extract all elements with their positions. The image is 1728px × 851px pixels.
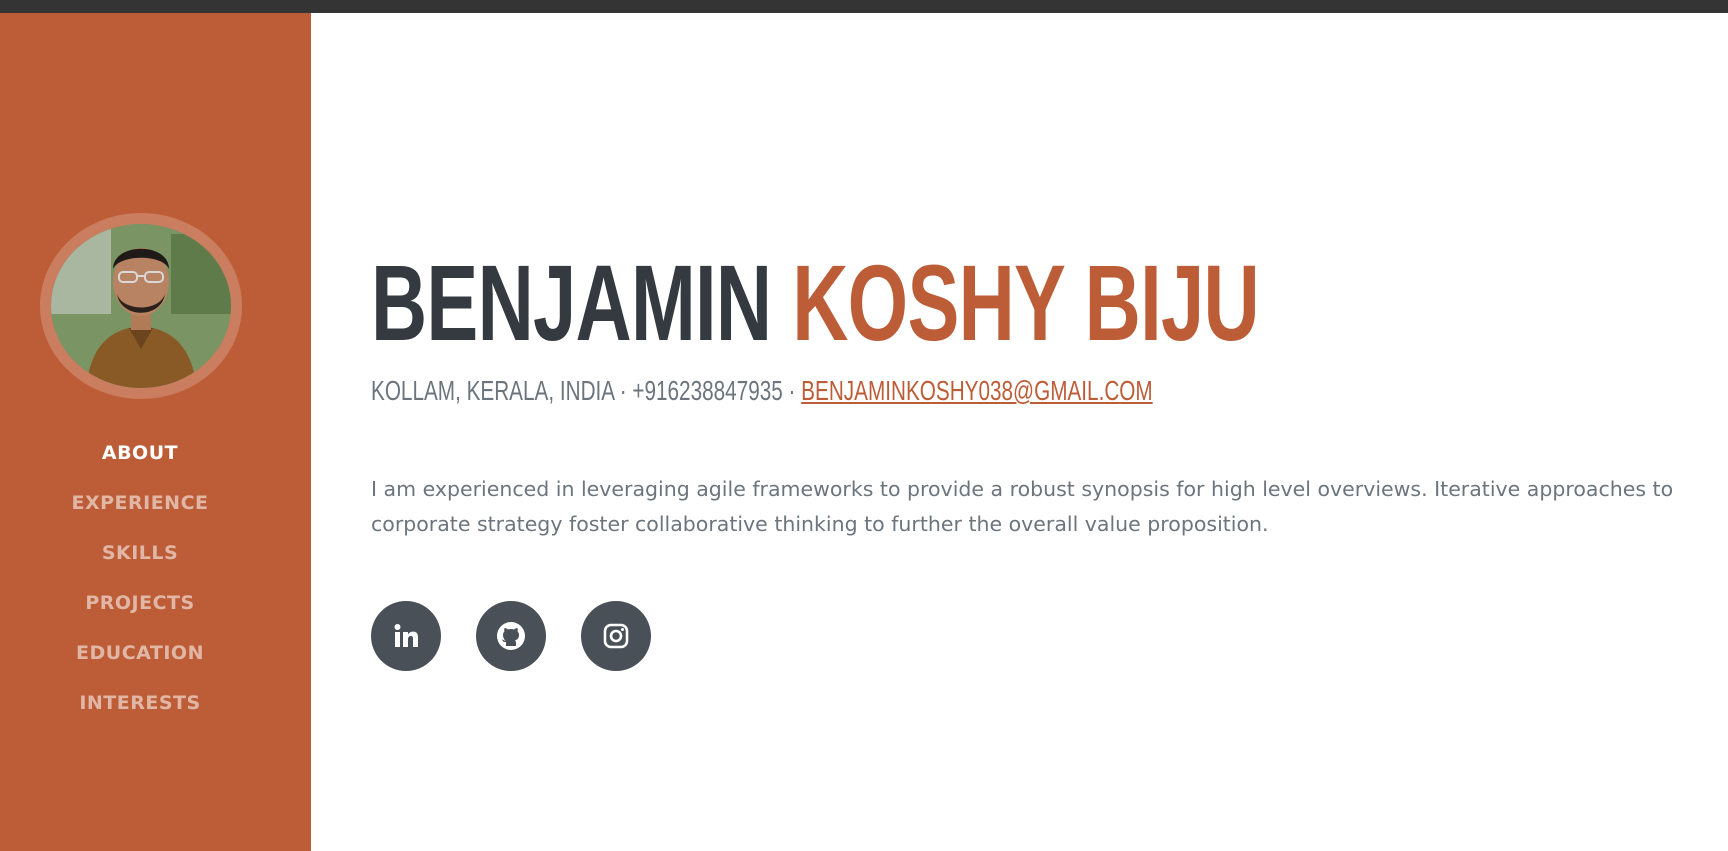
- page-title: BENJAMIN KOSHY BIJU: [371, 248, 1260, 358]
- linkedin-button[interactable]: [371, 601, 441, 671]
- nav-item-education[interactable]: EDUCATION: [0, 628, 280, 678]
- nav-item-about[interactable]: ABOUT: [0, 428, 280, 478]
- instagram-icon: [603, 623, 629, 649]
- email-link[interactable]: BENJAMINKOSHY038@GMAIL.COM: [801, 375, 1152, 406]
- github-button[interactable]: [476, 601, 546, 671]
- nav-item-interests[interactable]: INTERESTS: [0, 678, 280, 728]
- linkedin-icon: [394, 624, 418, 647]
- profile-photo-icon: [51, 224, 231, 388]
- avatar-ring: [40, 213, 242, 399]
- instagram-button[interactable]: [581, 601, 651, 671]
- github-icon: [497, 622, 525, 650]
- sidebar: ABOUT EXPERIENCE SKILLS PROJECTS EDUCATI…: [0, 13, 311, 851]
- first-name: BENJAMIN: [371, 242, 772, 363]
- social-icons: [371, 601, 651, 671]
- nav-item-projects[interactable]: PROJECTS: [0, 578, 280, 628]
- summary-text: I am experienced in leveraging agile fra…: [371, 477, 1674, 536]
- nav-item-experience[interactable]: EXPERIENCE: [0, 478, 280, 528]
- contact-subheading: KOLLAM, KERALA, INDIA · +916238847935 · …: [371, 374, 1153, 408]
- sidebar-nav: ABOUT EXPERIENCE SKILLS PROJECTS EDUCATI…: [0, 428, 280, 728]
- location-phone: KOLLAM, KERALA, INDIA · +916238847935 ·: [371, 375, 802, 406]
- browser-top-bar: [0, 0, 1728, 13]
- avatar: [51, 224, 231, 388]
- nav-item-skills[interactable]: SKILLS: [0, 528, 280, 578]
- last-name: KOSHY BIJU: [792, 242, 1259, 363]
